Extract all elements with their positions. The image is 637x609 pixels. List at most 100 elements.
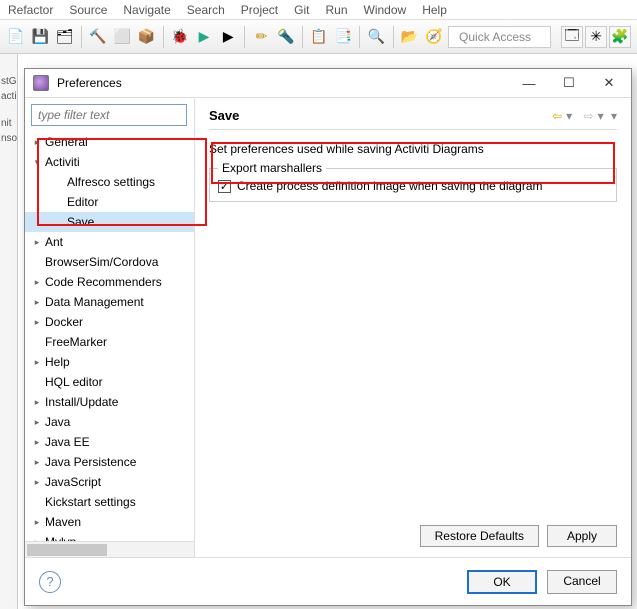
tree-item-maven[interactable]: ▸Maven xyxy=(25,512,194,532)
tree-item-docker[interactable]: ▸Docker xyxy=(25,312,194,332)
tree-item-kickstart-settings[interactable]: Kickstart settings xyxy=(25,492,194,512)
tree-item-java[interactable]: ▸Java xyxy=(25,412,194,432)
chevron-right-icon[interactable]: ▸ xyxy=(31,236,43,248)
toolbar-icon[interactable]: 📑 xyxy=(333,26,353,48)
toolbar-icon[interactable]: 📋 xyxy=(309,26,329,48)
tree-item-ant[interactable]: ▸Ant xyxy=(25,232,194,252)
dialog-title: Preferences xyxy=(57,76,501,90)
tree-item-label: Java EE xyxy=(45,435,90,449)
tree-twisty-none xyxy=(31,336,43,348)
saveall-icon[interactable]: 🗂 xyxy=(55,26,75,48)
view-tab[interactable]: nsol xyxy=(0,131,17,146)
perspective-icon[interactable]: 🧩 xyxy=(609,26,631,48)
tree-item-label: BrowserSim/Cordova xyxy=(45,255,158,269)
menu-search[interactable]: Search xyxy=(187,3,225,17)
toolbar-icon[interactable]: ✏ xyxy=(251,26,271,48)
chevron-right-icon[interactable]: ▸ xyxy=(31,136,43,148)
chevron-right-icon[interactable]: ▸ xyxy=(31,316,43,328)
tree-item-save[interactable]: Save xyxy=(25,212,194,232)
chevron-right-icon[interactable]: ▸ xyxy=(31,436,43,448)
toolbar-icon[interactable]: ⬜ xyxy=(112,26,132,48)
tree-item-browsersim-cordova[interactable]: BrowserSim/Cordova xyxy=(25,252,194,272)
tree-item-label: General xyxy=(45,135,88,149)
maximize-button[interactable]: ☐ xyxy=(549,71,589,95)
apply-button[interactable]: Apply xyxy=(547,525,617,547)
chevron-right-icon[interactable]: ▸ xyxy=(31,296,43,308)
menu-help[interactable]: Help xyxy=(422,3,447,17)
run-icon[interactable]: ▶ xyxy=(194,26,214,48)
dialog-titlebar: Preferences — ☐ ✕ xyxy=(25,69,631,97)
cancel-button[interactable]: Cancel xyxy=(547,570,617,594)
toolbar-icon[interactable]: 🔦 xyxy=(276,26,296,48)
chevron-right-icon[interactable]: ▸ xyxy=(31,276,43,288)
chevron-right-icon[interactable]: ▸ xyxy=(31,416,43,428)
chevron-right-icon[interactable]: ▸ xyxy=(31,516,43,528)
chevron-down-icon[interactable]: ▾ xyxy=(31,156,43,168)
view-tab[interactable]: acti xyxy=(0,89,17,104)
filter-input[interactable] xyxy=(31,104,187,126)
tree-item-label: HQL editor xyxy=(45,375,103,389)
menu-window[interactable]: Window xyxy=(364,3,407,17)
tree-item-data-management[interactable]: ▸Data Management xyxy=(25,292,194,312)
toolbar-icon[interactable]: 🔨 xyxy=(88,26,108,48)
create-image-checkbox[interactable]: ✓ Create process definition image when s… xyxy=(218,179,608,193)
tree-item-java-ee[interactable]: ▸Java EE xyxy=(25,432,194,452)
chevron-right-icon[interactable]: ▸ xyxy=(31,476,43,488)
tree-item-activiti[interactable]: ▾Activiti xyxy=(25,152,194,172)
tree-item-alfresco-settings[interactable]: Alfresco settings xyxy=(25,172,194,192)
tree-item-general[interactable]: ▸General xyxy=(25,132,194,152)
restore-defaults-button[interactable]: Restore Defaults xyxy=(420,525,539,547)
tree-item-editor[interactable]: Editor xyxy=(25,192,194,212)
tree-item-mylyn[interactable]: ▸Mylyn xyxy=(25,532,194,541)
perspective-icon[interactable]: ✳ xyxy=(585,26,607,48)
menu-git[interactable]: Git xyxy=(294,3,309,17)
toolbar-icon[interactable]: 📦 xyxy=(136,26,156,48)
dialog-bottom-bar: ? OK Cancel xyxy=(25,557,631,605)
horizontal-scrollbar[interactable] xyxy=(25,541,194,557)
view-tab[interactable]: nit xyxy=(0,116,17,131)
perspective-icon[interactable]: 🗔 xyxy=(561,26,583,48)
chevron-right-icon[interactable]: ▸ xyxy=(31,456,43,468)
preferences-tree[interactable]: ▸General▾ActivitiAlfresco settingsEditor… xyxy=(25,132,194,541)
tree-item-help[interactable]: ▸Help xyxy=(25,352,194,372)
perspective-switcher[interactable]: 🗔 ✳ 🧩 xyxy=(561,26,631,48)
tree-item-install-update[interactable]: ▸Install/Update xyxy=(25,392,194,412)
menu-navigate[interactable]: Navigate xyxy=(123,3,170,17)
close-button[interactable]: ✕ xyxy=(589,71,629,95)
forward-arrow-icon[interactable]: ⇨ xyxy=(584,109,594,123)
menu-project[interactable]: Project xyxy=(241,3,278,17)
tree-twisty-none xyxy=(31,256,43,268)
tree-item-label: Alfresco settings xyxy=(67,175,155,189)
page-title: Save xyxy=(209,108,239,123)
checkbox-icon[interactable]: ✓ xyxy=(218,180,231,193)
save-icon[interactable]: 💾 xyxy=(30,26,50,48)
quick-access-input[interactable]: Quick Access xyxy=(448,26,551,48)
ok-button[interactable]: OK xyxy=(467,570,537,594)
preferences-page: Save ⇦▾ ⇨▾ ▾ Set preferences used while … xyxy=(195,98,631,557)
help-icon[interactable]: ? xyxy=(39,571,61,593)
tree-item-code-recommenders[interactable]: ▸Code Recommenders xyxy=(25,272,194,292)
tree-item-hql-editor[interactable]: HQL editor xyxy=(25,372,194,392)
chevron-right-icon[interactable]: ▸ xyxy=(31,396,43,408)
minimize-button[interactable]: — xyxy=(509,71,549,95)
search-icon[interactable]: 🔍 xyxy=(366,26,386,48)
page-nav[interactable]: ⇦▾ ⇨▾ ▾ xyxy=(552,109,617,123)
chevron-right-icon[interactable]: ▸ xyxy=(31,356,43,368)
view-tab[interactable]: stGr xyxy=(0,74,17,89)
tree-item-freemarker[interactable]: FreeMarker xyxy=(25,332,194,352)
toolbar-icon[interactable]: 🧭 xyxy=(424,26,444,48)
ide-menubar[interactable]: Refactor Source Navigate Search Project Git Ru… xyxy=(0,0,637,20)
tree-item-label: Save xyxy=(67,215,94,229)
toolbar-icon[interactable]: 📂 xyxy=(399,26,419,48)
tree-item-label: Install/Update xyxy=(45,395,118,409)
menu-source[interactable]: Source xyxy=(69,3,107,17)
tree-item-label: Java xyxy=(45,415,70,429)
menu-refactor[interactable]: Refactor xyxy=(8,3,53,17)
menu-run[interactable]: Run xyxy=(326,3,348,17)
back-arrow-icon[interactable]: ⇦ xyxy=(552,109,562,123)
tree-item-javascript[interactable]: ▸JavaScript xyxy=(25,472,194,492)
tree-item-java-persistence[interactable]: ▸Java Persistence xyxy=(25,452,194,472)
toolbar-icon[interactable]: 📄 xyxy=(6,26,26,48)
debug-icon[interactable]: 🐞 xyxy=(170,26,190,48)
toolbar-icon[interactable]: ▶ xyxy=(218,26,238,48)
